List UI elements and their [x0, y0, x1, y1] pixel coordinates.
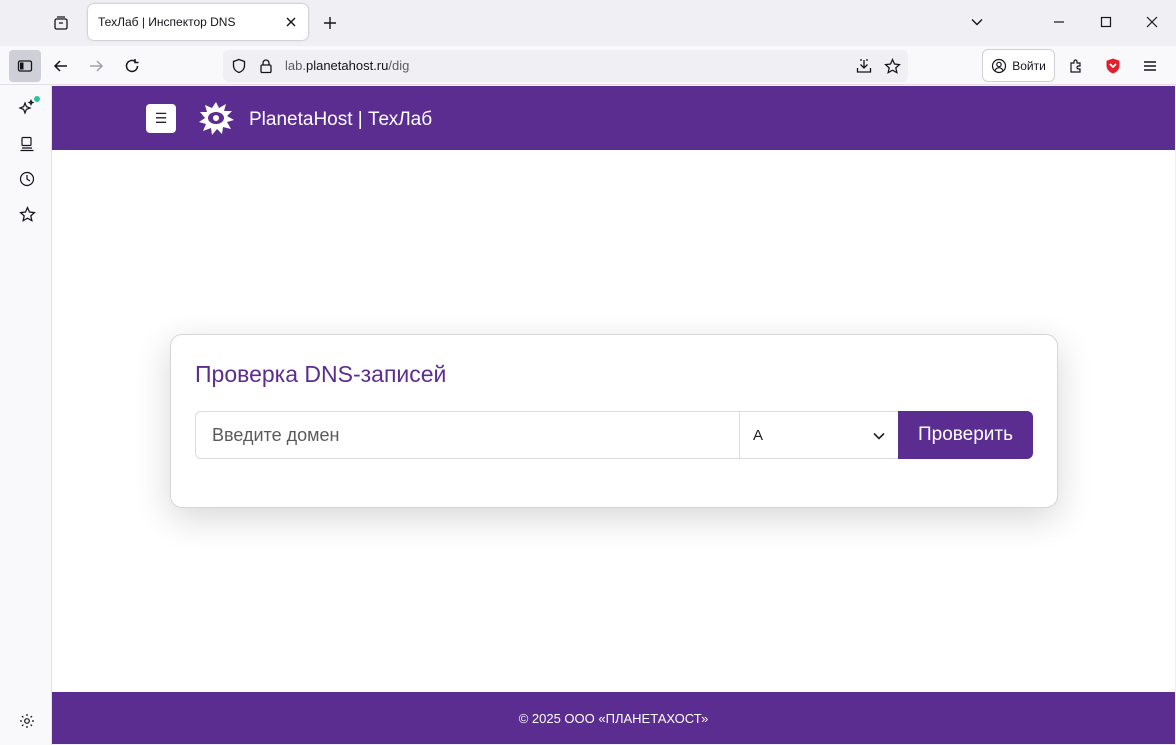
- dns-check-card: Проверка DNS-записей A Проверить: [170, 334, 1058, 508]
- sidebar-icon: [17, 60, 33, 72]
- tab-strip: ТехЛаб | Инспектор DNS: [0, 0, 1176, 46]
- close-window-button[interactable]: [1134, 6, 1170, 38]
- reload-button[interactable]: [116, 50, 148, 82]
- chevron-down-icon: [971, 19, 983, 26]
- account-icon: [992, 58, 1007, 73]
- arrow-right-icon: [90, 60, 104, 72]
- url-text[interactable]: lab.planetahost.ru/dig: [285, 58, 409, 73]
- lock-icon[interactable]: [254, 54, 278, 78]
- close-icon: [1146, 16, 1158, 28]
- plus-icon: [324, 17, 336, 29]
- browser-tab[interactable]: ТехЛаб | Инспектор DNS: [88, 4, 308, 40]
- tab-title: ТехЛаб | Инспектор DNS: [98, 15, 236, 29]
- chevron-down-icon: [873, 432, 885, 440]
- star-icon: [18, 205, 36, 222]
- forward-button[interactable]: [80, 50, 112, 82]
- arrow-left-icon: [53, 60, 67, 72]
- download-page-icon[interactable]: [852, 54, 876, 78]
- new-tab-button[interactable]: [315, 8, 345, 38]
- minimize-icon: [1054, 21, 1064, 23]
- card-title: Проверка DNS-записей: [195, 361, 447, 387]
- sidebar-toggle-button[interactable]: [9, 50, 41, 82]
- check-button[interactable]: Проверить: [898, 411, 1033, 459]
- synced-tabs-icon: [20, 136, 34, 152]
- browser-sidebar: [0, 85, 52, 745]
- history-button[interactable]: [11, 163, 43, 195]
- tab-overflow-button[interactable]: [959, 6, 995, 38]
- site-header: ☰ PlanetaHost | ТехЛаб: [52, 86, 1175, 150]
- sparkle-icon: [18, 99, 35, 115]
- planetahost-logo: [199, 102, 234, 135]
- close-icon: [286, 17, 296, 27]
- gear-icon: [20, 714, 34, 728]
- tab-close-button[interactable]: [280, 11, 302, 33]
- login-button[interactable]: Войти: [982, 49, 1055, 82]
- menu-button[interactable]: ☰: [146, 104, 176, 133]
- synced-tabs-button[interactable]: [11, 128, 43, 160]
- tracking-protection-icon[interactable]: [227, 54, 251, 78]
- tab-list-button[interactable]: [45, 7, 77, 39]
- back-button[interactable]: [45, 50, 77, 82]
- navigation-toolbar: lab.planetahost.ru/dig Войти: [0, 46, 1176, 85]
- maximize-icon: [1100, 16, 1112, 28]
- footer-copyright: © 2025 ООО «ПЛАНЕТАХОСТ»: [518, 710, 709, 726]
- page-content: ☰ PlanetaHost | ТехЛаб Проверка DNS-запи…: [52, 86, 1175, 744]
- record-type-value: A: [753, 426, 764, 444]
- reload-icon: [125, 59, 139, 73]
- minimize-button[interactable]: [1041, 6, 1077, 38]
- clock-icon: [19, 171, 35, 187]
- record-type-select[interactable]: A: [739, 411, 899, 459]
- sidebar-settings-button[interactable]: [11, 705, 43, 737]
- extension-shield-button[interactable]: [1097, 50, 1129, 82]
- red-shield-icon: [1106, 58, 1120, 74]
- ai-chatbot-button[interactable]: [11, 92, 43, 124]
- maximize-button[interactable]: [1088, 6, 1124, 38]
- login-label: Войти: [1012, 58, 1046, 73]
- site-footer: © 2025 ООО «ПЛАНЕТАХОСТ»: [52, 692, 1175, 744]
- address-bar[interactable]: lab.planetahost.ru/dig: [223, 50, 908, 82]
- site-brand[interactable]: PlanetaHost | ТехЛаб: [249, 109, 432, 131]
- domain-input[interactable]: [195, 411, 740, 459]
- bookmark-star-icon[interactable]: [880, 54, 904, 78]
- notification-dot: [34, 96, 40, 102]
- bookmarks-button[interactable]: [11, 198, 43, 230]
- extensions-button[interactable]: [1060, 50, 1092, 82]
- puzzle-icon: [1070, 59, 1081, 73]
- tab-list-icon: [54, 16, 68, 30]
- hamburger-icon: [1144, 61, 1156, 71]
- app-menu-button[interactable]: [1134, 50, 1166, 82]
